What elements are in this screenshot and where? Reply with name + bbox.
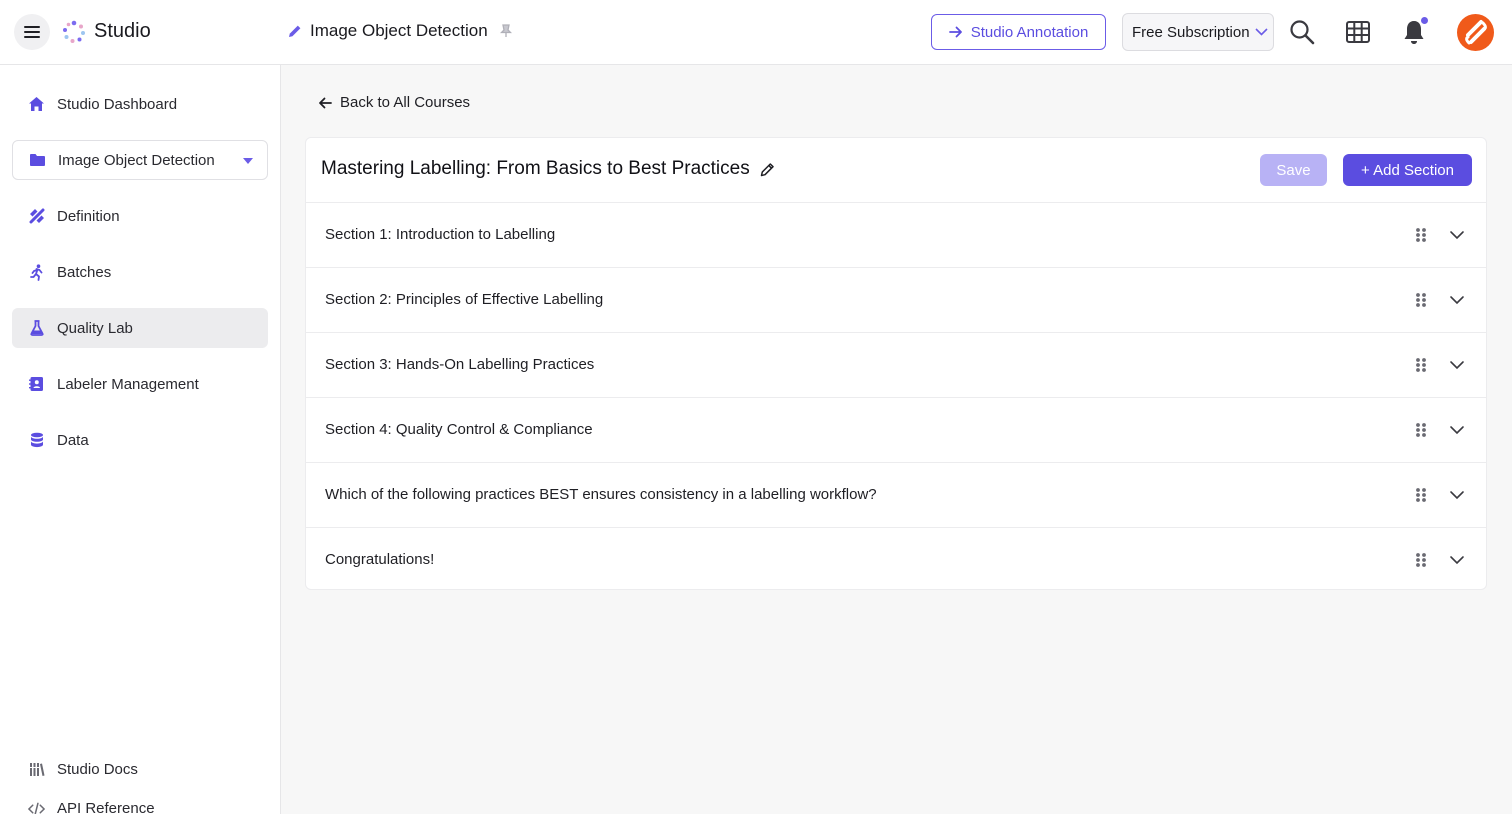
edit-pencil-icon[interactable]: [760, 162, 775, 177]
database-icon: [28, 432, 45, 449]
avatar-logo-icon: [1464, 19, 1487, 44]
section-row[interactable]: Section 4: Quality Control & Compliance: [306, 398, 1486, 463]
brand-name: Studio: [94, 20, 151, 42]
add-section-button[interactable]: + Add Section: [1343, 154, 1472, 186]
library-icon: [28, 761, 45, 778]
section-row[interactable]: Section 3: Hands-On Labelling Practices: [306, 333, 1486, 398]
drag-handle-icon[interactable]: [1415, 227, 1427, 243]
running-person-icon: [28, 263, 45, 281]
section-row[interactable]: Which of the following practices BEST en…: [306, 463, 1486, 528]
folder-icon: [29, 152, 46, 169]
arrow-left-icon: [319, 97, 332, 108]
chevron-down-icon[interactable]: [1449, 553, 1465, 567]
studio-annotation-button[interactable]: Studio Annotation: [931, 14, 1106, 50]
drag-handle-icon[interactable]: [1415, 357, 1427, 373]
contact-book-icon: [28, 376, 45, 393]
section-title: Congratulations!: [325, 551, 435, 568]
sidebar-item-label: Definition: [57, 207, 120, 225]
caret-down-icon: [243, 158, 253, 164]
flask-icon: [28, 320, 45, 337]
apps-grid-button[interactable]: [1343, 17, 1373, 47]
sidebar-item-data[interactable]: Data: [12, 420, 268, 460]
course-card: Mastering Labelling: From Basics to Best…: [305, 137, 1487, 590]
hamburger-menu-button[interactable]: [14, 14, 50, 50]
home-icon: [28, 96, 45, 113]
drag-handle-icon[interactable]: [1415, 487, 1427, 503]
drag-handle-icon[interactable]: [1415, 552, 1427, 568]
user-avatar[interactable]: [1457, 14, 1494, 51]
sidebar-item-batches[interactable]: Batches: [12, 252, 268, 292]
search-icon: [1290, 20, 1315, 45]
section-title: Section 1: Introduction to Labelling: [325, 226, 556, 243]
sidebar: Studio Dashboard Image Object Detection …: [0, 65, 281, 814]
notification-dot: [1421, 17, 1428, 24]
sidebar-item-studio-dashboard[interactable]: Studio Dashboard: [12, 84, 268, 124]
hamburger-icon: [24, 26, 40, 38]
chevron-down-icon[interactable]: [1449, 488, 1465, 502]
section-title: Section 3: Hands-On Labelling Practices: [325, 356, 595, 373]
sidebar-item-label: Studio Dashboard: [57, 95, 178, 113]
sidebar-footer-api-reference[interactable]: API Reference: [28, 800, 155, 814]
sidebar-footer-studio-docs[interactable]: Studio Docs: [28, 761, 138, 778]
section-title: Which of the following practices BEST en…: [325, 486, 877, 503]
project-title-text: Image Object Detection: [310, 21, 488, 40]
sidebar-footer-label: Studio Docs: [57, 761, 138, 778]
sidebar-item-definition[interactable]: Definition: [12, 196, 268, 236]
sidebar-item-labeler-management[interactable]: Labeler Management: [12, 364, 268, 404]
top-bar: Studio Image Object Detection Studio Ann…: [0, 0, 1512, 65]
design-tools-icon: [28, 208, 45, 225]
sidebar-item-label: Labeler Management: [57, 375, 199, 393]
section-row[interactable]: Congratulations!: [306, 528, 1486, 589]
drag-handle-icon[interactable]: [1415, 292, 1427, 308]
sidebar-item-label: Image Object Detection: [58, 151, 215, 169]
back-link-label: Back to All Courses: [340, 94, 471, 111]
sidebar-item-quality-lab[interactable]: Quality Lab: [12, 308, 268, 348]
chevron-down-icon: [1254, 28, 1268, 36]
notifications-button[interactable]: [1399, 17, 1429, 47]
back-to-courses-link[interactable]: Back to All Courses: [318, 94, 470, 111]
course-title: Mastering Labelling: From Basics to Best…: [321, 158, 775, 180]
arrow-right-icon: [948, 26, 962, 38]
search-button[interactable]: [1287, 17, 1317, 47]
code-icon: [28, 800, 45, 814]
project-title[interactable]: Image Object Detection: [288, 21, 512, 41]
sidebar-item-label: Batches: [57, 263, 112, 281]
drag-handle-icon[interactable]: [1415, 422, 1427, 438]
chevron-down-icon[interactable]: [1449, 293, 1465, 307]
studio-annotation-label: Studio Annotation: [970, 23, 1089, 41]
chevron-down-icon[interactable]: [1449, 228, 1465, 242]
pencil-icon: [289, 25, 301, 37]
sidebar-item-project-select[interactable]: Image Object Detection: [12, 140, 268, 180]
chevron-down-icon[interactable]: [1449, 358, 1465, 372]
studio-logo-icon: [63, 20, 85, 43]
subscription-select[interactable]: Free Subscription: [1122, 13, 1274, 51]
section-row[interactable]: Section 2: Principles of Effective Label…: [306, 268, 1486, 333]
sidebar-footer-label: API Reference: [57, 800, 155, 814]
sidebar-item-label: Data: [57, 431, 89, 449]
course-title-text: Mastering Labelling: From Basics to Best…: [321, 158, 750, 179]
section-title: Section 4: Quality Control & Compliance: [325, 421, 593, 438]
course-header: Mastering Labelling: From Basics to Best…: [306, 138, 1486, 203]
grid-icon: [1346, 21, 1370, 43]
section-title: Section 2: Principles of Effective Label…: [325, 291, 604, 308]
pin-icon[interactable]: [499, 24, 512, 38]
sidebar-item-label: Quality Lab: [57, 319, 133, 337]
subscription-label: Free Subscription: [1132, 23, 1250, 41]
section-row[interactable]: Section 1: Introduction to Labelling: [306, 203, 1486, 268]
chevron-down-icon[interactable]: [1449, 423, 1465, 437]
save-button[interactable]: Save: [1260, 154, 1327, 186]
